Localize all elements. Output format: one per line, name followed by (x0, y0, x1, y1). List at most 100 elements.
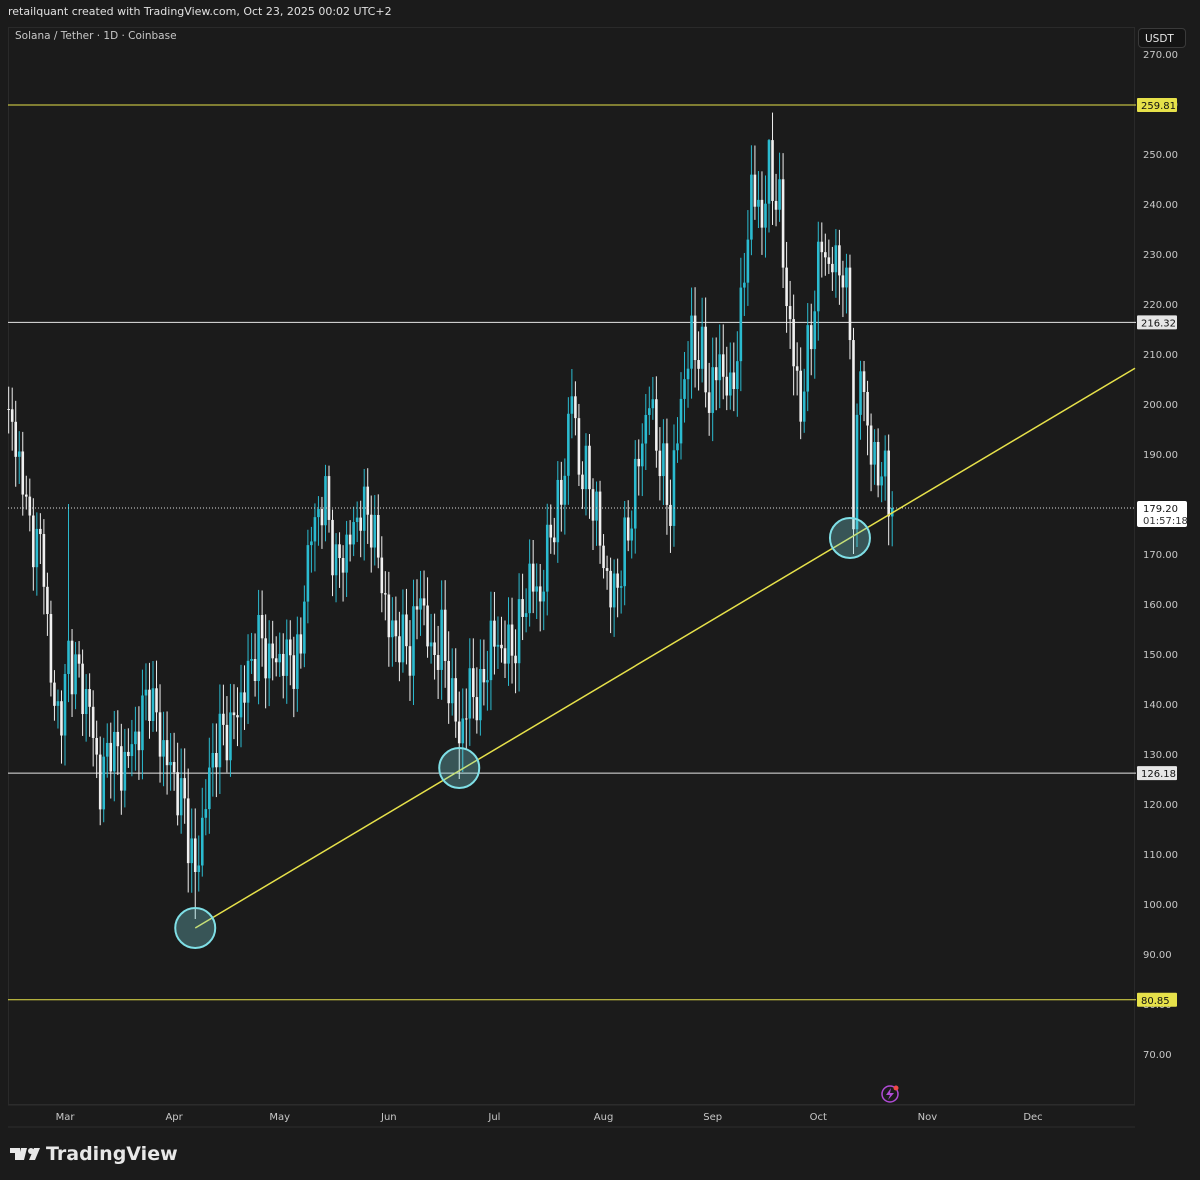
candle-body (612, 573, 616, 608)
candle-body (514, 655, 517, 664)
candle-body (408, 646, 412, 676)
candle-body (792, 319, 795, 367)
time-tick-label: Dec (1023, 1112, 1042, 1123)
price-axis (1136, 27, 1200, 1127)
candle-body (802, 391, 806, 422)
candle-body (616, 573, 619, 588)
candle-body (105, 742, 109, 757)
candle-body (788, 306, 792, 320)
price-tick-label: 70.00 (1143, 1050, 1172, 1061)
candle-body (236, 715, 239, 718)
candle-body (510, 624, 514, 656)
candle-body (200, 817, 204, 866)
candle-body (338, 544, 341, 559)
time-tick-label: May (269, 1112, 290, 1123)
candle-body (46, 586, 49, 615)
candle-body (380, 557, 384, 594)
candle-body (887, 450, 890, 517)
candle-body (577, 418, 581, 475)
candle-body (574, 396, 577, 419)
candle-body (845, 267, 848, 288)
candle-body (39, 528, 42, 535)
candle-body (767, 140, 771, 204)
candle-body (644, 414, 648, 444)
candle-body (158, 712, 162, 757)
candle-body (102, 756, 106, 810)
currency-button[interactable]: USDT (1138, 28, 1186, 48)
candle-body (310, 541, 313, 546)
candle-body (95, 737, 98, 755)
ascending-trendline (194, 367, 1136, 929)
candle-body (183, 778, 186, 799)
candle-body (422, 598, 426, 606)
candle-body (633, 458, 637, 529)
candle-body (98, 754, 102, 810)
candle-body (426, 605, 429, 647)
candle-body (883, 450, 887, 477)
candle-body (648, 408, 651, 415)
candle-body (253, 659, 257, 681)
candle-body (204, 809, 208, 818)
candle-body (218, 713, 222, 768)
candle-body (831, 263, 834, 273)
candle-body (496, 644, 500, 647)
candle-body (816, 241, 820, 312)
candle-body (116, 731, 120, 747)
candle-body (552, 537, 556, 543)
candle-body (753, 174, 757, 207)
candlestick-chart[interactable]: 270.00260.00250.00240.00230.00220.00210.… (0, 0, 1200, 1180)
candle-body (412, 606, 415, 676)
candle-body (222, 713, 225, 725)
symbol-title[interactable]: Solana / Tether · 1D · Coinbase (15, 30, 177, 42)
price-tick-label: 140.00 (1143, 700, 1178, 711)
candle-body (394, 620, 398, 637)
candle-body (24, 494, 28, 497)
candle-body (697, 360, 700, 369)
price-tick-label: 100.00 (1143, 900, 1178, 911)
candle-body (155, 688, 158, 713)
candle-body (376, 514, 380, 558)
candle-body (186, 798, 190, 864)
candle-body (824, 252, 827, 258)
candle-body (211, 752, 215, 768)
candle-body (433, 642, 436, 656)
candle-body (443, 609, 447, 661)
candle-body (493, 620, 496, 647)
candle-body (436, 655, 440, 670)
candle-body (415, 606, 419, 610)
level-price-label: 126.18 (1141, 769, 1176, 780)
candle-body (521, 599, 524, 617)
candle-body (454, 678, 458, 722)
candle-body (172, 762, 176, 773)
candle-body (623, 517, 626, 587)
candle-body (246, 660, 250, 703)
candle-body (67, 640, 70, 674)
candle-body (739, 287, 743, 362)
price-tick-label: 150.00 (1143, 650, 1178, 661)
candle-body (736, 361, 739, 390)
tradingview-logo[interactable]: TradingView (10, 1143, 178, 1165)
price-tick-label: 120.00 (1143, 800, 1178, 811)
candle-body (384, 593, 387, 595)
time-tick-label: Mar (56, 1112, 76, 1123)
candle-body (359, 517, 362, 531)
price-tick-label: 220.00 (1143, 300, 1178, 311)
candle-body (190, 838, 194, 864)
price-tick-label: 90.00 (1143, 950, 1172, 961)
candle-body (137, 731, 141, 751)
candle-body (806, 325, 810, 392)
candle-body (781, 179, 785, 268)
candle-body (208, 767, 211, 810)
candle-body (239, 692, 243, 718)
candle-body (809, 325, 813, 350)
candle-body (834, 245, 838, 273)
candle-body (271, 643, 274, 659)
candle-body (464, 718, 468, 720)
price-tick-label: 170.00 (1143, 550, 1178, 561)
candle-body (60, 701, 63, 736)
candle-body (165, 740, 169, 766)
candle-body (556, 479, 560, 543)
candle-body (10, 409, 14, 422)
last-price-label: 179.20 (1143, 504, 1178, 515)
candle-body (672, 450, 676, 526)
